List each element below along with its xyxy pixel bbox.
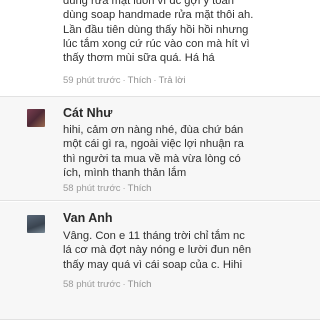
- commenter-name[interactable]: Van Anh: [63, 211, 113, 225]
- comment-meta: 58 phút trước · Thích: [63, 183, 152, 194]
- comment-text: Vâng. Con e 11 tháng trời chỉ tắm nc lá …: [63, 230, 252, 271]
- comment-meta: 59 phút trước · Thích · Trả lời: [63, 75, 186, 86]
- comment-text: hihi, cảm ơn nàng nhé, đùa chứ bán một c…: [63, 124, 244, 179]
- comment-timestamp: 58 phút trước: [63, 183, 121, 194]
- comment-item: Cát Như hihi, cảm ơn nàng nhé, đùa chứ b…: [0, 97, 320, 201]
- like-link[interactable]: Thích: [128, 279, 152, 290]
- reply-link[interactable]: Trả lời: [159, 75, 186, 86]
- comment-timestamp: 58 phút trước: [63, 279, 121, 290]
- commenter-name[interactable]: Cát Như: [63, 106, 112, 120]
- avatar[interactable]: [27, 215, 45, 233]
- comment-text: dùng rửa mặt luôn vì đc gợi ý toàn dùng …: [63, 0, 254, 65]
- comment-item: Van Anh Vâng. Con e 11 tháng trời chỉ tắ…: [0, 202, 320, 320]
- comment-meta: 58 phút trước · Thích: [63, 279, 152, 290]
- comment-timestamp: 59 phút trước: [63, 75, 121, 86]
- like-link[interactable]: Thích: [128, 183, 152, 194]
- avatar[interactable]: [27, 109, 45, 127]
- comment-item: dùng rửa mặt luôn vì đc gợi ý toàn dùng …: [0, 0, 320, 97]
- like-link[interactable]: Thích: [128, 75, 152, 86]
